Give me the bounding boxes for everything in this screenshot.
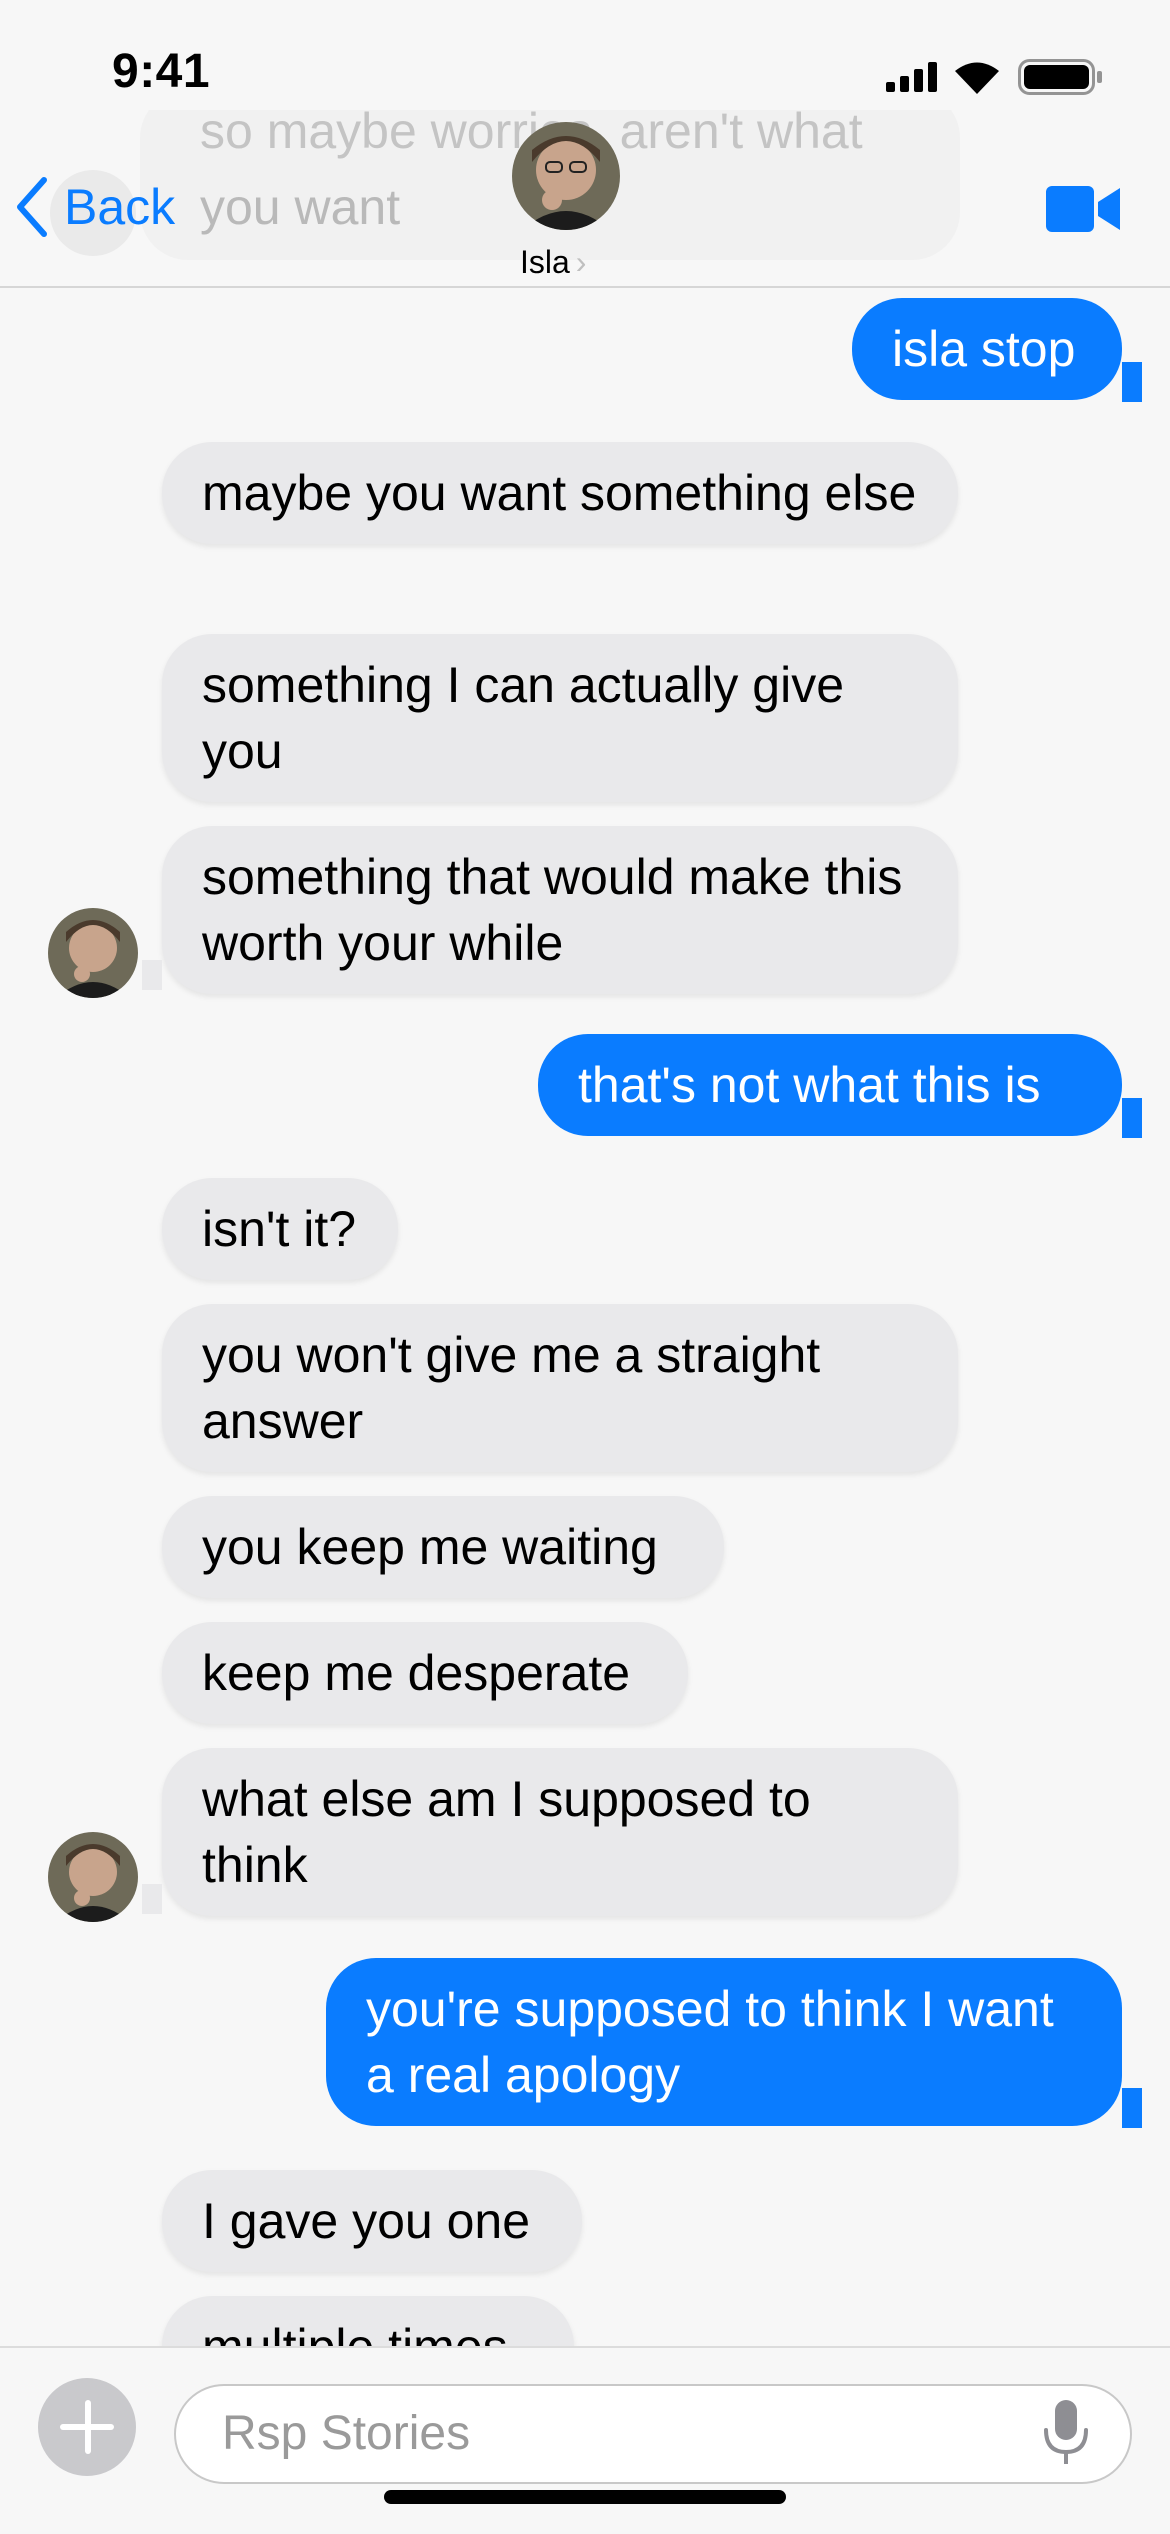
message-thread[interactable]: isla stop maybe you want something else … [0,288,1170,2348]
message-composer: Rsp Stories [0,2346,1170,2534]
microphone-icon[interactable] [1042,2400,1090,2466]
incoming-message[interactable]: you keep me waiting [162,1496,724,1598]
video-call-icon[interactable] [1046,184,1120,234]
back-button[interactable]: Back [14,176,175,238]
contact-name-label: Isla [520,244,570,280]
plus-icon[interactable] [38,2378,136,2476]
sender-avatar[interactable] [48,908,138,998]
contact-avatar[interactable] [512,122,620,230]
scrolled-message-peek-line2: you want [200,179,401,235]
contact-name[interactable]: Isla › [520,244,586,281]
incoming-message[interactable]: I gave you one [162,2170,582,2272]
conversation-header: so maybe worries, aren't what you want B… [0,110,1170,288]
incoming-message[interactable]: isn't it? [162,1178,398,1280]
bubble-tail [142,1884,162,1914]
message-input[interactable]: Rsp Stories [174,2384,1132,2484]
sender-avatar[interactable] [48,1832,138,1922]
signal-icon [886,62,937,92]
outgoing-message[interactable]: that's not what this is [538,1034,1122,1136]
incoming-message[interactable]: you won't give me a straight answer [162,1304,958,1472]
outgoing-message[interactable]: you're supposed to think I want a real a… [326,1958,1122,2126]
message-input-placeholder: Rsp Stories [222,2407,471,2460]
bubble-tail [1122,1098,1142,1138]
back-label: Back [64,179,176,235]
incoming-message[interactable]: multiple times [162,2296,574,2348]
bubble-tail [142,960,162,990]
chevron-right-icon: › [575,244,587,280]
incoming-message[interactable]: what else am I supposed to think [162,1748,958,1916]
bubble-tail [1122,2088,1142,2128]
incoming-message[interactable]: keep me desperate [162,1622,688,1724]
home-indicator[interactable] [384,2490,786,2504]
wifi-icon [955,62,999,94]
chevron-left-icon [17,177,47,237]
incoming-message[interactable]: maybe you want something else [162,442,958,544]
incoming-message[interactable]: something I can actually give you [162,634,958,802]
battery-icon [1018,59,1102,95]
status-time: 9:41 [112,45,211,98]
outgoing-message[interactable]: isla stop [852,298,1122,400]
incoming-message[interactable]: something that would make this worth you… [162,826,958,994]
bubble-tail [1122,362,1142,402]
